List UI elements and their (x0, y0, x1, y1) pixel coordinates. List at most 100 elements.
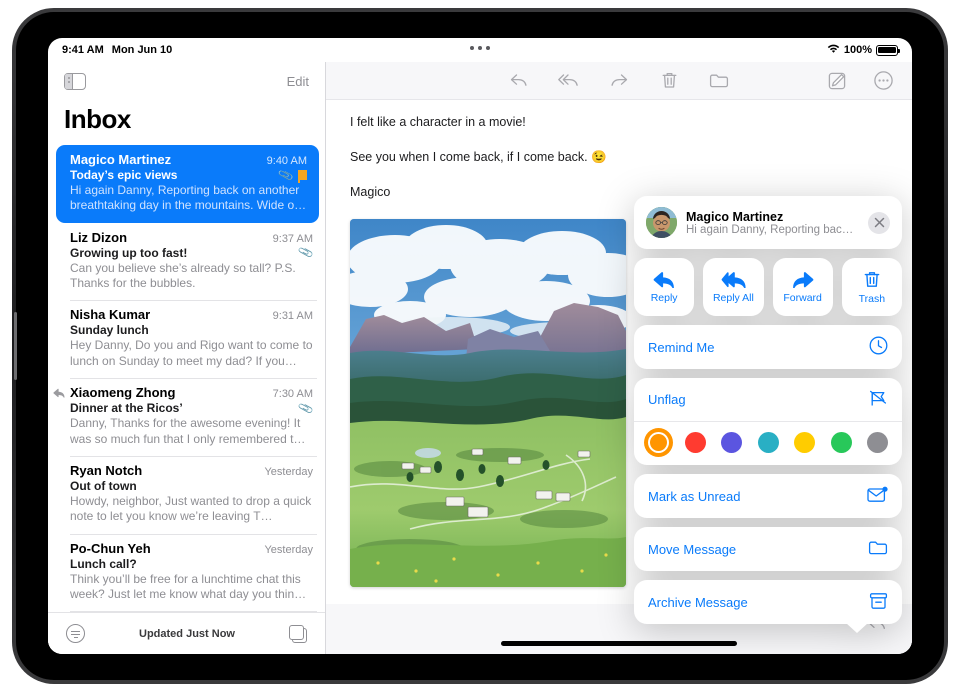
status-bar: 9:41 AM Mon Jun 10 100% (48, 38, 912, 62)
mail-item-subject-line: Today’s epic views 📎 (70, 167, 307, 183)
mail-item-sender: Po-Chun Yeh (70, 540, 151, 556)
trash-icon[interactable] (658, 70, 680, 92)
archive-box-icon (869, 592, 888, 613)
trash-button[interactable]: Trash (841, 258, 902, 316)
mail-item-sender: Magico Martinez (70, 152, 172, 167)
forward-button[interactable]: Forward (772, 258, 833, 316)
mail-list-item[interactable]: Ryan Notch Yesterday Out of town Howdy, nei… (48, 455, 325, 534)
wifi-icon (827, 44, 840, 57)
more-ellipsis-icon[interactable] (872, 70, 894, 92)
move-message-label: Move Message (648, 541, 737, 557)
mail-list-item[interactable]: Po-Chun Yeh Yesterday Lunch call? Think you… (48, 533, 325, 612)
new-message-stack-icon[interactable] (288, 624, 307, 643)
reply-all-icon[interactable] (558, 70, 580, 92)
mail-item-top-line: Magico Martinez 9:40 AM (70, 152, 307, 167)
folder-icon[interactable] (708, 70, 730, 92)
mail-list[interactable]: Magico Martinez 9:40 AM Today’s epic views… (48, 145, 325, 612)
remind-me-card: Remind Me (634, 325, 902, 369)
mail-list-pane: Edit Inbox Magico Martinez 9:40 AM Today’s… (48, 62, 326, 654)
mail-item-subject: Lunch call? (70, 556, 137, 571)
home-indicator[interactable] (501, 641, 737, 646)
unflag-item[interactable]: Unflag (634, 378, 902, 422)
quick-action-row: Reply Reply All Forward Trash (634, 258, 902, 316)
flag-color-yellow[interactable] (794, 432, 815, 453)
mail-item-sender: Liz Dizon (70, 229, 128, 245)
sidebar-toggle-icon[interactable] (64, 72, 86, 90)
mail-item-subject: Dinner at the Ricos’ (70, 401, 183, 416)
mail-list-item[interactable]: Magico Martinez 9:40 AM Today’s epic views… (56, 145, 319, 223)
flag-color-teal[interactable] (757, 432, 779, 453)
mail-item-subject: Out of town (70, 478, 137, 493)
mail-item-icons: 📎 (278, 167, 307, 183)
message-paragraph: See you when I come back, if I come back… (350, 149, 607, 164)
filter-icon[interactable] (66, 624, 85, 643)
move-message-item[interactable]: Move Message (634, 527, 902, 571)
battery-icon (876, 44, 900, 56)
clock-icon (869, 336, 888, 358)
mail-item-subject: Sunday lunch (70, 323, 149, 338)
close-icon[interactable] (868, 211, 890, 234)
edit-button[interactable]: Edit (287, 74, 309, 89)
reply-icon[interactable] (508, 70, 530, 92)
mail-list-item[interactable]: Liz Dizon 9:37 AM Growing up too fast! 📎 Can… (48, 223, 325, 301)
message-context-menu: Magico Martinez Hi again Danny, Reportin… (634, 196, 902, 633)
unflag-label: Unflag (648, 392, 686, 407)
flag-color-green[interactable] (830, 432, 852, 453)
message-paragraph: I felt like a character in a movie! (350, 115, 526, 129)
compose-icon[interactable] (826, 70, 848, 92)
mark-as-unread-label: Mark as Unread (648, 488, 741, 504)
mail-list-item[interactable]: Xiaomeng Zhong 7:30 AM Dinner at the Ricos… (48, 378, 325, 456)
mail-item-subject-line: Sunday lunch (70, 323, 313, 337)
mountain-landscape-photo[interactable] (350, 218, 626, 587)
remind-me-label: Remind Me (648, 339, 715, 355)
mail-item-time: Yesterday (264, 543, 313, 556)
trash-button-label: Trash (858, 292, 886, 305)
mail-item-icons: 📎 (297, 400, 315, 417)
reply-all-button[interactable]: Reply All (703, 258, 764, 316)
forward-icon[interactable] (608, 70, 630, 92)
attachment-icon: 📎 (297, 400, 315, 417)
context-menu-sender-meta: Magico Martinez Hi again Danny, Reportin… (686, 210, 859, 236)
mail-item-time: 7:30 AM (272, 388, 313, 401)
mail-item-time: Yesterday (264, 465, 313, 478)
side-button[interactable] (14, 312, 17, 380)
mail-list-toolbar: Updated Just Now (48, 612, 325, 654)
status-time: 9:41 AM (62, 44, 104, 56)
reply-button[interactable]: Reply (634, 258, 695, 316)
mail-item-subject: Today’s epic views (70, 168, 178, 182)
mark-as-unread-item[interactable]: Mark as Unread (634, 474, 902, 518)
reply-button-label: Reply (650, 291, 678, 304)
message-toolbar-right (826, 70, 894, 92)
mail-item-top-line: Liz Dizon 9:37 AM (70, 230, 313, 245)
archive-message-item[interactable]: Archive Message (634, 580, 902, 624)
mail-item-subject-line: Out of town (70, 479, 313, 493)
remind-me-item[interactable]: Remind Me (634, 325, 902, 369)
mail-list-item[interactable]: Nisha Kumar 9:31 AM Sunday lunch Hey Danny,… (48, 300, 325, 378)
archive-message-label: Archive Message (648, 594, 748, 610)
multitasking-control[interactable] (470, 46, 490, 50)
flag-color-purple[interactable] (721, 432, 742, 453)
archive-message-card: Archive Message (634, 580, 902, 624)
flag-color-orange[interactable] (648, 432, 669, 453)
mail-list-item[interactable]: Graham McBrideSaturday (48, 611, 325, 612)
flag-color-row[interactable] (634, 422, 902, 465)
mail-item-top-line: Nisha Kumar 9:31 AM (70, 307, 313, 322)
mail-item-sender: Ryan Notch (70, 462, 143, 478)
flag-color-gray[interactable] (867, 432, 888, 453)
context-menu-header-card: Magico Martinez Hi again Danny, Reportin… (634, 196, 902, 249)
flag-color-red[interactable] (684, 432, 706, 453)
move-message-card: Move Message (634, 527, 902, 571)
mail-item-sender: Nisha Kumar (70, 307, 151, 323)
mail-item-preview: Think you’ll be free for a lunchtime cha… (70, 571, 307, 601)
page-title: Inbox (64, 104, 131, 134)
mail-item-preview: Can you believe she’s already so tall? P… (70, 260, 296, 291)
reply-all-button-label: Reply All (712, 291, 754, 304)
mail-item-sender: Xiaomeng Zhong (70, 385, 176, 401)
mail-item-icons: 📎 (298, 245, 315, 261)
status-date: Mon Jun 10 (111, 44, 173, 56)
mail-item-time: 9:40 AM (266, 155, 307, 167)
context-menu-preview: Hi again Danny, Reporting back o… (686, 223, 859, 236)
updated-status: Updated Just Now (139, 627, 235, 640)
ipad-screen: 9:41 AM Mon Jun 10 100% Edit Inbox Magic… (48, 38, 912, 654)
mark-unread-card: Mark as Unread (634, 474, 902, 518)
